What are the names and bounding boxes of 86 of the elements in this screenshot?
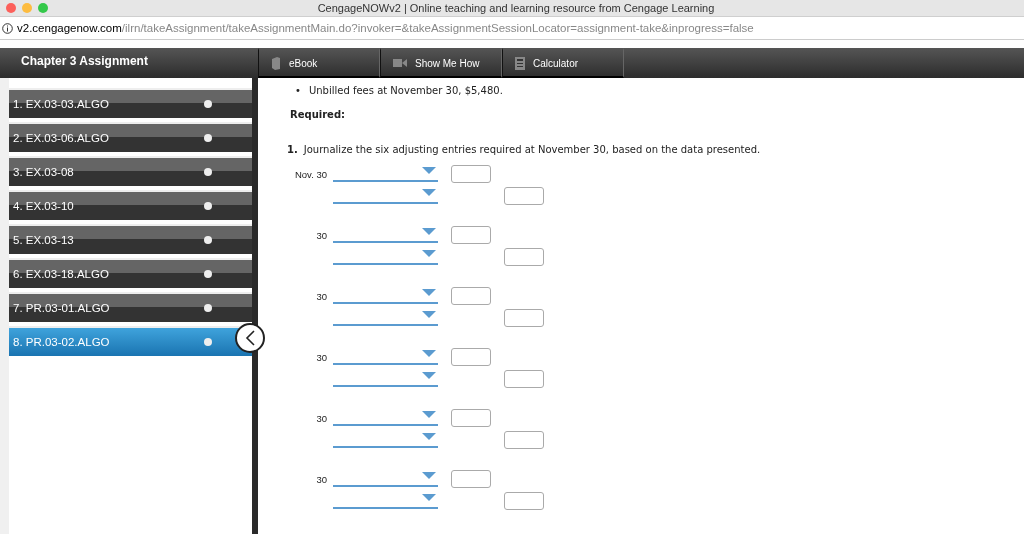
question-text: Journalize the six adjusting entries required at November 30, based on the data presented. xyxy=(303,144,761,155)
dropdown-arrow-icon xyxy=(422,167,436,174)
debit-input[interactable] xyxy=(451,409,491,427)
account-dropdown[interactable] xyxy=(333,166,438,182)
debit-input[interactable] xyxy=(451,165,491,183)
account-dropdown[interactable] xyxy=(333,471,438,487)
toolbar-button[interactable]: eBook xyxy=(258,48,380,78)
entry-date: 30 xyxy=(315,290,327,302)
status-dot xyxy=(204,304,212,312)
account-dropdown[interactable] xyxy=(333,410,438,426)
account-dropdown[interactable] xyxy=(333,310,438,326)
status-dot xyxy=(204,236,212,244)
account-dropdown[interactable] xyxy=(333,432,438,448)
item-label: 1. EX.03-03.ALGO xyxy=(13,98,109,110)
credit-input[interactable] xyxy=(504,248,544,266)
sidebar-item[interactable]: 2. EX.03-06.ALGO xyxy=(9,122,252,152)
dropdown-arrow-icon xyxy=(422,250,436,257)
collapse-button[interactable] xyxy=(235,323,265,353)
status-dot xyxy=(204,338,212,346)
sidebar-item[interactable]: 6. EX.03-18.ALGO xyxy=(9,258,252,288)
status-dot xyxy=(204,270,212,278)
chevron-left-icon xyxy=(245,330,255,346)
item-label: 4. EX.03-10 xyxy=(13,200,74,212)
account-dropdown[interactable] xyxy=(333,188,438,204)
debit-input[interactable] xyxy=(451,348,491,366)
account-dropdown[interactable] xyxy=(333,493,438,509)
address-field[interactable]: v2.cengagenow.com/ilrn/takeAssignment/takeAssignmentMain.do?invoker=&takeAssignmentSessionLocator=assignment-take&inprogress=false xyxy=(17,22,754,34)
required-heading: Required: xyxy=(290,109,347,120)
credit-input[interactable] xyxy=(504,431,544,449)
sidebar-item[interactable]: 8. PR.03-02.ALGO xyxy=(9,326,252,356)
credit-input[interactable] xyxy=(504,187,544,205)
dropdown-arrow-icon xyxy=(422,189,436,196)
item-label: 7. PR.03-01.ALGO xyxy=(13,302,110,314)
sidebar-item[interactable]: 4. EX.03-10 xyxy=(9,190,252,220)
account-dropdown[interactable] xyxy=(333,371,438,387)
window-title: CengageNOWv2 | Online teaching and learning resource from Cengage Learning xyxy=(316,2,716,14)
dropdown-arrow-icon xyxy=(422,372,436,379)
bullet-marker: • xyxy=(295,84,301,97)
status-dot xyxy=(204,202,212,210)
bullet-text: Unbilled fees at November 30, $5,480. xyxy=(308,84,503,97)
question-number: 1. xyxy=(287,144,298,155)
credit-input[interactable] xyxy=(504,309,544,327)
account-dropdown[interactable] xyxy=(333,288,438,304)
account-dropdown[interactable] xyxy=(333,227,438,243)
video-camera-icon xyxy=(393,59,407,67)
account-dropdown[interactable] xyxy=(333,249,438,265)
dropdown-arrow-icon xyxy=(422,350,436,357)
debit-input[interactable] xyxy=(451,287,491,305)
dropdown-arrow-icon xyxy=(422,411,436,418)
debit-input[interactable] xyxy=(451,226,491,244)
debit-input[interactable] xyxy=(451,470,491,488)
info-icon[interactable] xyxy=(2,22,13,34)
assignment-title: Chapter 3 Assignment xyxy=(20,53,149,70)
dropdown-arrow-icon xyxy=(422,494,436,501)
toolbar-button[interactable]: Calculator xyxy=(502,48,624,78)
book-icon xyxy=(271,56,281,70)
calculator-icon xyxy=(515,56,525,70)
toolbar-button[interactable]: Show Me How xyxy=(380,48,502,78)
dropdown-arrow-icon xyxy=(422,311,436,318)
dropdown-arrow-icon xyxy=(422,289,436,296)
account-dropdown[interactable] xyxy=(333,349,438,365)
item-label: 3. EX.03-08 xyxy=(13,166,74,178)
entry-date: 30 xyxy=(315,351,327,363)
minimize-window-icon[interactable] xyxy=(22,3,32,13)
item-label: 6. EX.03-18.ALGO xyxy=(13,268,109,280)
status-dot xyxy=(204,134,212,142)
dropdown-arrow-icon xyxy=(422,228,436,235)
close-window-icon[interactable] xyxy=(6,3,16,13)
item-label: 2. EX.03-06.ALGO xyxy=(13,132,109,144)
status-dot xyxy=(204,100,212,108)
sidebar-item[interactable]: 5. EX.03-13 xyxy=(9,224,252,254)
entry-date: Nov. 30 xyxy=(293,168,327,180)
status-dot xyxy=(204,168,212,176)
credit-input[interactable] xyxy=(504,370,544,388)
entry-date: 30 xyxy=(315,473,327,485)
sidebar-item[interactable]: 7. PR.03-01.ALGO xyxy=(9,292,252,322)
entry-date: 30 xyxy=(315,229,327,241)
maximize-window-icon[interactable] xyxy=(38,3,48,13)
credit-input[interactable] xyxy=(504,492,544,510)
entry-date: 30 xyxy=(315,412,327,424)
dropdown-arrow-icon xyxy=(422,433,436,440)
item-label: 8. PR.03-02.ALGO xyxy=(13,336,110,348)
dropdown-arrow-icon xyxy=(422,472,436,479)
item-label: 5. EX.03-13 xyxy=(13,234,74,246)
sidebar-item[interactable]: 3. EX.03-08 xyxy=(9,156,252,186)
sidebar-item[interactable]: 1. EX.03-03.ALGO xyxy=(9,88,252,118)
